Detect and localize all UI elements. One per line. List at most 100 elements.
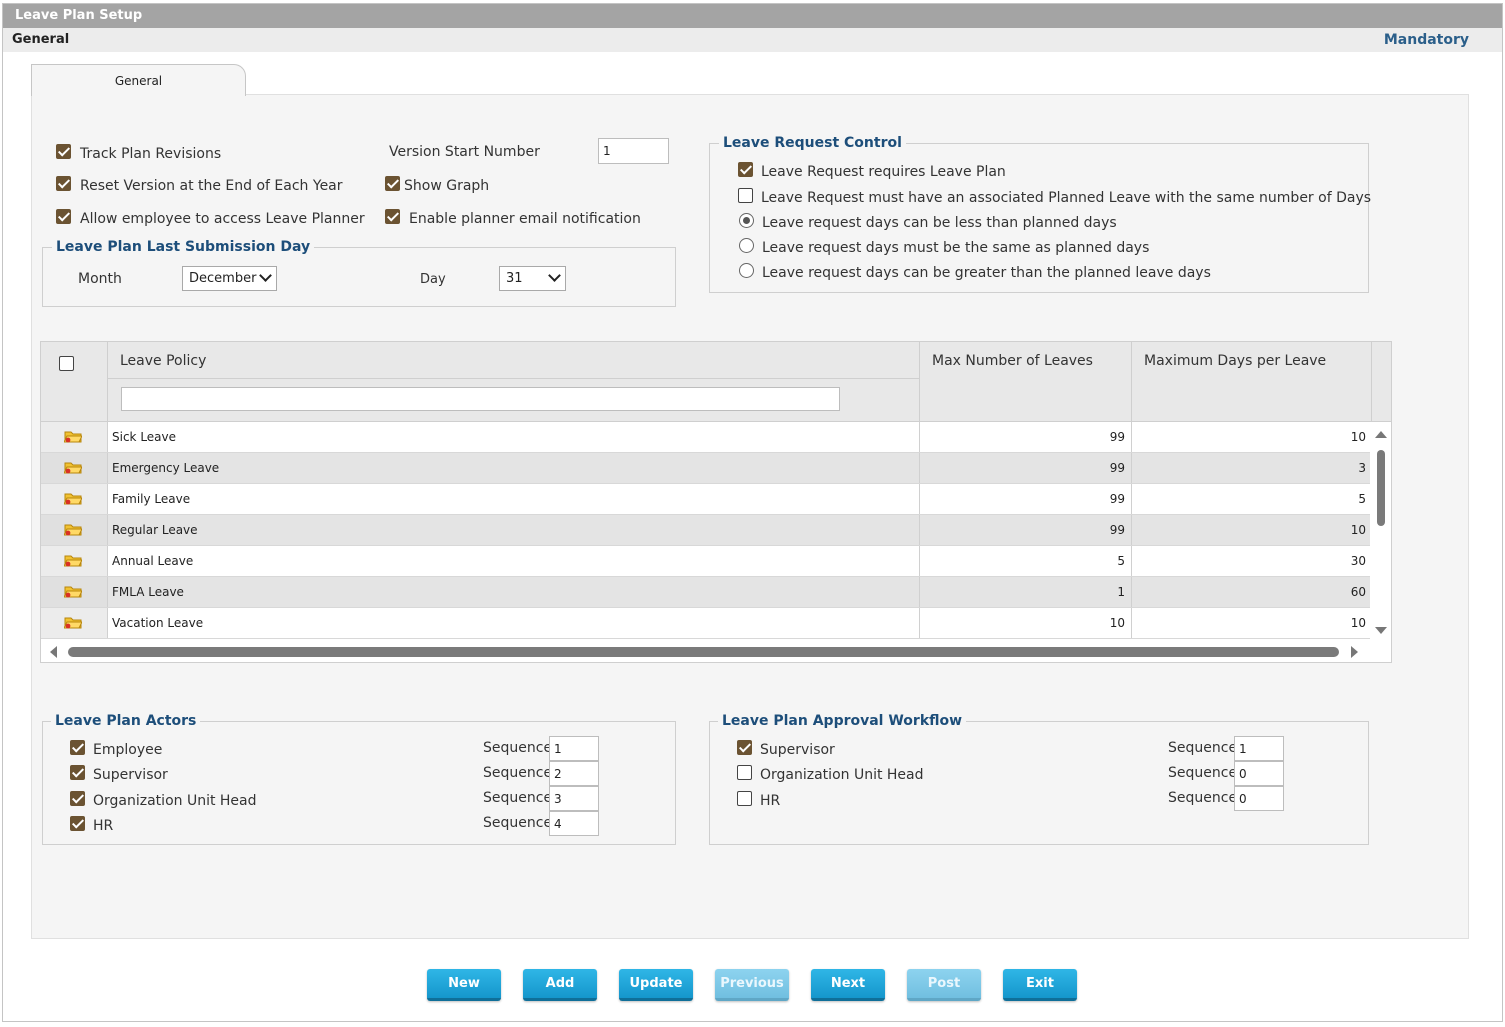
actor-hr-checkbox[interactable] bbox=[70, 816, 85, 831]
actor-org-unit-head-label: Organization Unit Head bbox=[93, 793, 257, 809]
actor-hr-sequence-input[interactable] bbox=[549, 811, 599, 836]
day-select[interactable]: 31 bbox=[499, 266, 566, 291]
actor-org-unit-head-sequence-label: Sequence bbox=[483, 790, 553, 806]
add-button[interactable]: Add bbox=[523, 969, 597, 1001]
window-title: Leave Plan Setup bbox=[3, 4, 1502, 28]
day-label: Day bbox=[420, 272, 446, 287]
max-days-cell: 10 bbox=[1131, 422, 1370, 452]
workflow-org-unit-head-checkbox[interactable] bbox=[737, 765, 752, 780]
allow-employee-checkbox[interactable] bbox=[56, 209, 71, 224]
max-days-cell: 3 bbox=[1131, 453, 1370, 483]
max-days-header[interactable]: Maximum Days per Leave bbox=[1144, 353, 1326, 369]
policy-cell: FMLA Leave bbox=[107, 577, 919, 607]
mandatory-link[interactable]: Mandatory bbox=[1384, 28, 1469, 52]
month-value: December bbox=[189, 271, 257, 286]
radio-less-days-label: Leave request days can be less than plan… bbox=[762, 215, 1117, 231]
workflow-hr-checkbox[interactable] bbox=[737, 791, 752, 806]
table-row[interactable]: Family Leave 99 5 bbox=[41, 484, 1370, 515]
update-button[interactable]: Update bbox=[619, 969, 693, 1001]
edit-folder-icon[interactable] bbox=[64, 429, 82, 443]
allow-employee-label: Allow employee to access Leave Planner bbox=[80, 211, 365, 227]
track-plan-revisions-checkbox[interactable] bbox=[56, 144, 71, 159]
vertical-scrollbar[interactable] bbox=[1371, 422, 1391, 640]
edit-folder-icon[interactable] bbox=[64, 491, 82, 505]
section-title: General bbox=[12, 32, 70, 47]
radio-greater-days[interactable] bbox=[739, 263, 754, 278]
radio-same-days[interactable] bbox=[739, 238, 754, 253]
workflow-supervisor-sequence-input[interactable] bbox=[1234, 736, 1284, 761]
header-divider bbox=[108, 378, 919, 379]
edit-folder-icon[interactable] bbox=[64, 460, 82, 474]
vertical-scrollbar-graphic bbox=[1375, 431, 1387, 634]
actor-employee-checkbox[interactable] bbox=[70, 740, 85, 755]
leave-policy-header[interactable]: Leave Policy bbox=[120, 353, 206, 369]
horizontal-scroll-thumb bbox=[68, 647, 1339, 657]
workflow-supervisor-sequence-label: Sequence bbox=[1168, 740, 1238, 756]
requires-plan-label: Leave Request requires Leave Plan bbox=[761, 164, 1006, 180]
workflow-supervisor-checkbox[interactable] bbox=[737, 740, 752, 755]
max-days-cell: 10 bbox=[1131, 608, 1370, 638]
policy-cell: Regular Leave bbox=[107, 515, 919, 545]
scroll-up-arrow-icon bbox=[1375, 431, 1387, 438]
new-button[interactable]: New bbox=[427, 969, 501, 1001]
actors-legend: Leave Plan Actors bbox=[51, 713, 201, 729]
select-all-checkbox[interactable] bbox=[59, 356, 74, 371]
edit-folder-icon[interactable] bbox=[64, 522, 82, 536]
next-button[interactable]: Next bbox=[811, 969, 885, 1001]
leave-policy-filter-input[interactable] bbox=[121, 387, 840, 411]
policy-cell: Annual Leave bbox=[107, 546, 919, 576]
policy-cell: Emergency Leave bbox=[107, 453, 919, 483]
table-row[interactable]: Regular Leave 99 10 bbox=[41, 515, 1370, 546]
reset-version-label: Reset Version at the End of Each Year bbox=[80, 178, 343, 194]
max-leaves-header[interactable]: Max Number of Leaves bbox=[932, 353, 1093, 369]
vertical-scroll-thumb bbox=[1377, 450, 1385, 526]
policy-cell: Sick Leave bbox=[107, 422, 919, 452]
table-row[interactable]: Sick Leave 99 10 bbox=[41, 422, 1370, 453]
day-value: 31 bbox=[506, 271, 523, 286]
workflow-hr-sequence-input[interactable] bbox=[1234, 786, 1284, 811]
version-start-label: Version Start Number bbox=[389, 144, 540, 160]
actor-supervisor-checkbox[interactable] bbox=[70, 765, 85, 780]
actor-org-unit-head-sequence-input[interactable] bbox=[549, 786, 599, 811]
workflow-legend: Leave Plan Approval Workflow bbox=[718, 713, 967, 729]
post-button[interactable]: Post bbox=[907, 969, 981, 1001]
same-days-label: Leave Request must have an associated Pl… bbox=[761, 190, 1372, 206]
edit-folder-icon[interactable] bbox=[64, 615, 82, 629]
tab-general[interactable]: General bbox=[31, 64, 246, 96]
grid-header: Leave Policy Max Number of Leaves Maximu… bbox=[41, 342, 1391, 422]
actor-hr-sequence-label: Sequence bbox=[483, 815, 553, 831]
table-row[interactable]: Emergency Leave 99 3 bbox=[41, 453, 1370, 484]
horizontal-scrollbar[interactable] bbox=[41, 642, 1391, 662]
max-leaves-column: Max Number of Leaves bbox=[919, 342, 1131, 422]
policy-cell: Family Leave bbox=[107, 484, 919, 514]
workflow-org-unit-head-sequence-input[interactable] bbox=[1234, 761, 1284, 786]
table-row[interactable]: FMLA Leave 1 60 bbox=[41, 577, 1370, 608]
actor-hr-label: HR bbox=[93, 818, 114, 834]
table-row[interactable]: Vacation Leave 10 10 bbox=[41, 608, 1370, 639]
actor-employee-sequence-input[interactable] bbox=[549, 736, 599, 761]
max-leaves-cell: 10 bbox=[919, 608, 1131, 638]
max-days-column: Maximum Days per Leave bbox=[1131, 342, 1371, 422]
planner-email-checkbox[interactable] bbox=[385, 209, 400, 224]
table-row[interactable]: Annual Leave 5 30 bbox=[41, 546, 1370, 577]
actor-org-unit-head-checkbox[interactable] bbox=[70, 791, 85, 806]
edit-folder-icon[interactable] bbox=[64, 584, 82, 598]
edit-folder-icon[interactable] bbox=[64, 553, 82, 567]
horizontal-scrollbar-graphic bbox=[50, 646, 1358, 658]
leave-policy-column: Leave Policy bbox=[107, 342, 919, 422]
month-select[interactable]: December bbox=[182, 266, 277, 291]
track-plan-revisions-label: Track Plan Revisions bbox=[80, 146, 222, 162]
max-days-cell: 5 bbox=[1131, 484, 1370, 514]
same-days-checkbox[interactable] bbox=[738, 188, 753, 203]
actor-supervisor-sequence-input[interactable] bbox=[549, 761, 599, 786]
requires-plan-checkbox[interactable] bbox=[738, 162, 753, 177]
workflow-hr-label: HR bbox=[760, 793, 781, 809]
show-graph-checkbox[interactable] bbox=[385, 176, 400, 191]
radio-less-days[interactable] bbox=[739, 213, 754, 228]
radio-greater-days-label: Leave request days can be greater than t… bbox=[762, 265, 1211, 281]
exit-button[interactable]: Exit bbox=[1003, 969, 1077, 1001]
version-start-input[interactable] bbox=[598, 138, 669, 164]
reset-version-checkbox[interactable] bbox=[56, 176, 71, 191]
chevron-down-icon bbox=[548, 269, 561, 282]
previous-button[interactable]: Previous bbox=[715, 969, 789, 1001]
